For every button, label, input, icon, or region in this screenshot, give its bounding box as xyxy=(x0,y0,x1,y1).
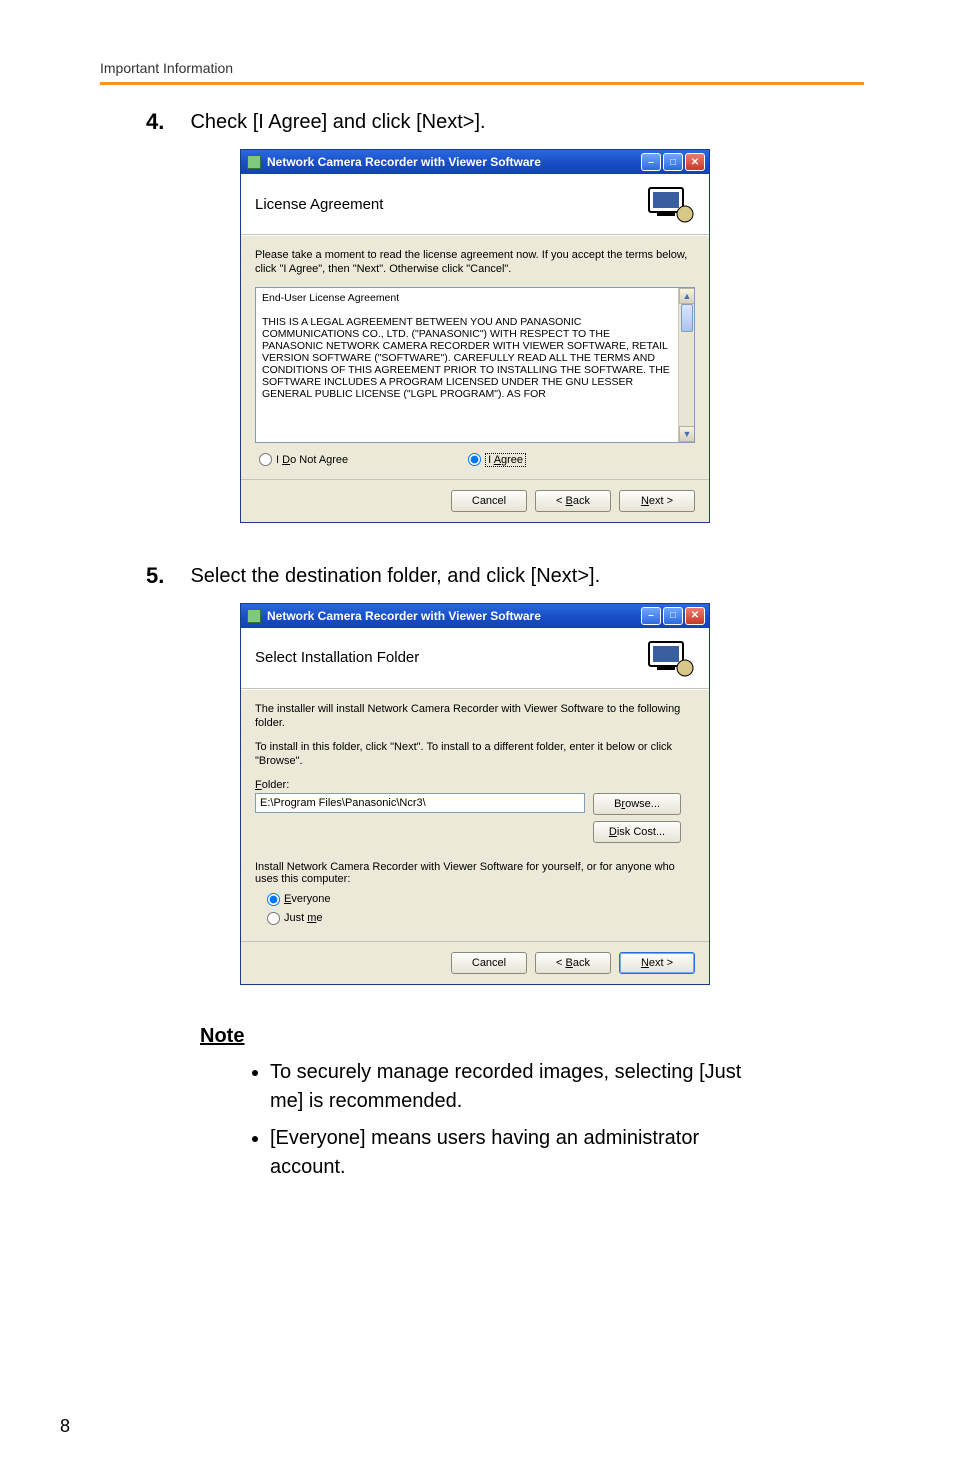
page-number: 8 xyxy=(60,1416,70,1437)
window-title: Network Camera Recorder with Viewer Soft… xyxy=(267,609,541,623)
folder-input[interactable] xyxy=(255,793,585,813)
license-dialog: Network Camera Recorder with Viewer Soft… xyxy=(240,149,710,523)
radio-do-not-agree[interactable]: I Do Not Agree xyxy=(259,453,348,467)
dialog-heading: License Agreement xyxy=(255,196,383,213)
close-button[interactable]: ✕ xyxy=(685,153,705,171)
step-4: 4. Check [I Agree] and click [Next>]. xyxy=(146,109,864,135)
disk-cost-button[interactable]: Disk Cost... xyxy=(593,821,681,843)
back-button[interactable]: < Back xyxy=(535,952,611,974)
step-5-number: 5. xyxy=(146,563,186,589)
folder-dialog: Network Camera Recorder with Viewer Soft… xyxy=(240,603,710,985)
minimize-button[interactable]: – xyxy=(641,153,661,171)
running-header: Important Information xyxy=(100,60,864,76)
back-button[interactable]: < Back xyxy=(535,490,611,512)
maximize-button[interactable]: □ xyxy=(663,153,683,171)
license-instruction: Please take a moment to read the license… xyxy=(255,248,695,277)
dialog-heading: Select Installation Folder xyxy=(255,649,419,666)
titlebar[interactable]: Network Camera Recorder with Viewer Soft… xyxy=(241,150,709,174)
installer-logo-icon xyxy=(643,638,695,678)
next-button[interactable]: Next > xyxy=(619,952,695,974)
app-icon xyxy=(247,155,261,169)
cancel-button[interactable]: Cancel xyxy=(451,490,527,512)
step-5-text: Select the destination folder, and click… xyxy=(190,563,600,588)
eula-content: End-User License Agreement THIS IS A LEG… xyxy=(262,292,688,400)
close-button[interactable]: ✕ xyxy=(685,607,705,625)
next-button[interactable]: Next > xyxy=(619,490,695,512)
installer-logo-icon xyxy=(643,184,695,224)
scroll-down-icon[interactable]: ▼ xyxy=(679,426,695,442)
scroll-up-icon[interactable]: ▲ xyxy=(679,288,695,304)
note-item: To securely manage recorded images, sele… xyxy=(270,1058,774,1116)
radio-everyone[interactable]: Everyone xyxy=(267,893,695,906)
step-4-number: 4. xyxy=(146,109,186,135)
step-5: 5. Select the destination folder, and cl… xyxy=(146,563,864,589)
note-list: To securely manage recorded images, sele… xyxy=(250,1058,774,1182)
step-4-text: Check [I Agree] and click [Next>]. xyxy=(190,109,485,134)
folder-instr1: The installer will install Network Camer… xyxy=(255,702,695,731)
scroll-thumb[interactable] xyxy=(681,304,693,332)
note-heading: Note xyxy=(200,1025,864,1048)
app-icon xyxy=(247,609,261,623)
minimize-button[interactable]: – xyxy=(641,607,661,625)
window-title: Network Camera Recorder with Viewer Soft… xyxy=(267,155,541,169)
folder-label: Folder: xyxy=(255,779,695,791)
radio-just-me[interactable]: Just me xyxy=(267,912,695,925)
radio-i-agree[interactable]: I Agree xyxy=(468,453,526,467)
scrollbar[interactable]: ▲ ▼ xyxy=(678,288,694,442)
folder-instr2: To install in this folder, click "Next".… xyxy=(255,740,695,769)
eula-textbox[interactable]: End-User License Agreement THIS IS A LEG… xyxy=(255,287,695,443)
install-for-text: Install Network Camera Recorder with Vie… xyxy=(255,861,695,885)
titlebar[interactable]: Network Camera Recorder with Viewer Soft… xyxy=(241,604,709,628)
note-item: [Everyone] means users having an adminis… xyxy=(270,1124,774,1182)
cancel-button[interactable]: Cancel xyxy=(451,952,527,974)
header-rule xyxy=(100,82,864,85)
browse-button[interactable]: Browse... xyxy=(593,793,681,815)
maximize-button[interactable]: □ xyxy=(663,607,683,625)
